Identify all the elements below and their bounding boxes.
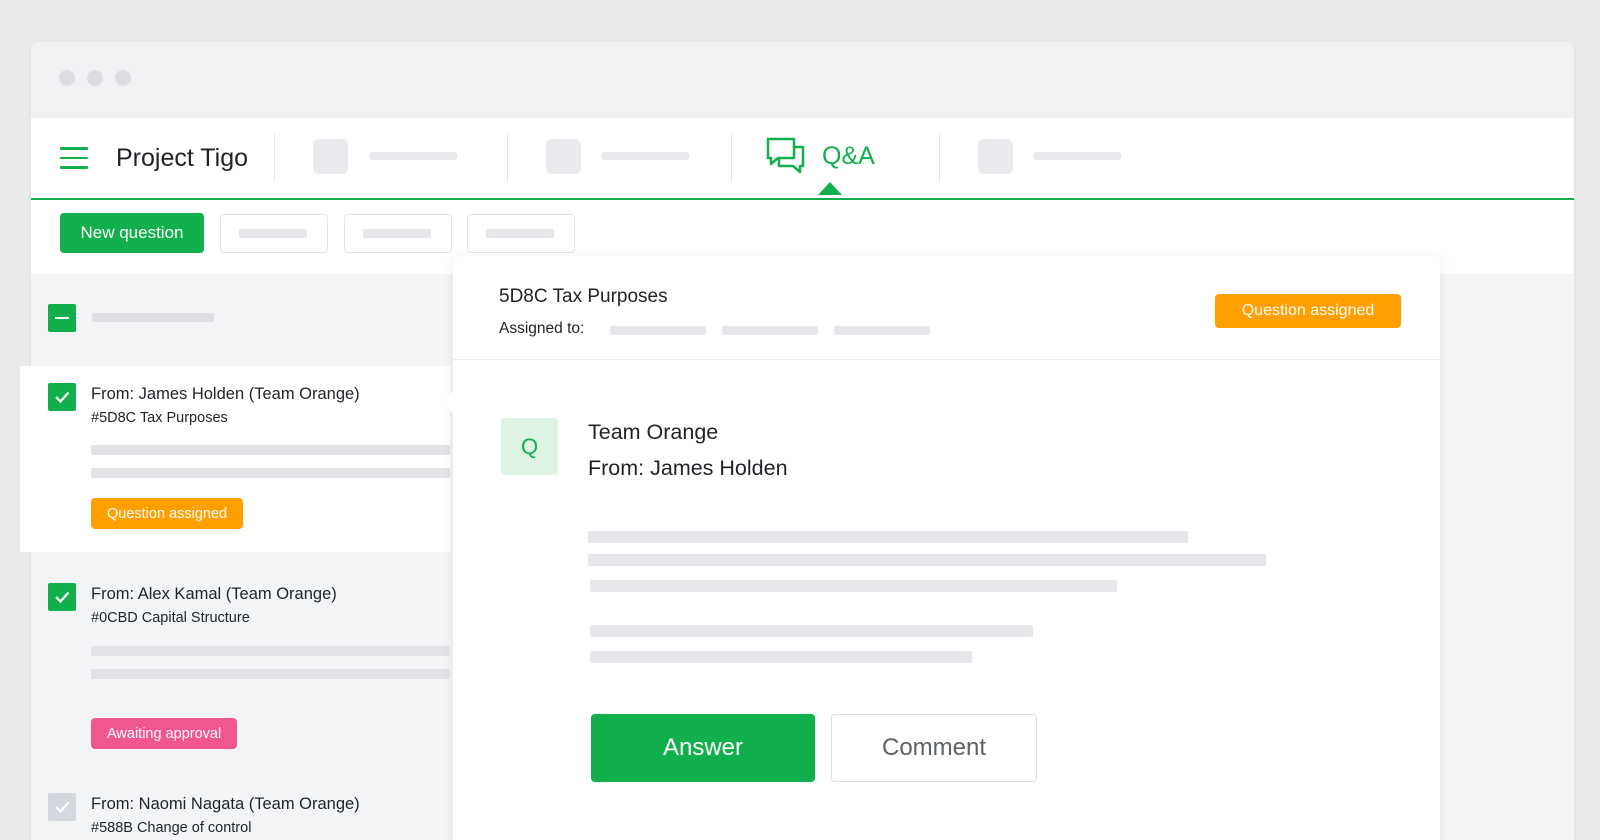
answer-button[interactable]: Answer	[591, 714, 815, 782]
hamburger-icon[interactable]	[60, 147, 88, 169]
list-item[interactable]: From: Alex Kamal (Team Orange) #0CBD Cap…	[20, 566, 450, 766]
question-author: From: James Holden	[588, 456, 788, 480]
nav-tab-icon-placeholder[interactable]	[546, 139, 581, 174]
window-minimize-dot[interactable]	[87, 70, 103, 86]
checkmark-icon	[55, 591, 70, 604]
nav-divider	[274, 134, 275, 182]
checkmark-icon	[55, 391, 70, 404]
checked-checkbox[interactable]	[48, 583, 76, 611]
checked-checkbox[interactable]	[48, 383, 76, 411]
body-text-placeholder	[590, 580, 1117, 592]
nav-tab-label-placeholder[interactable]	[601, 152, 689, 160]
chat-bubbles-icon	[766, 137, 805, 174]
checkmark-icon	[55, 801, 70, 814]
text-line-placeholder	[91, 445, 450, 455]
question-avatar: Q	[501, 418, 558, 475]
filter-button-placeholder[interactable]	[344, 214, 452, 253]
body-text-placeholder	[588, 531, 1188, 543]
assigned-to-label: Assigned to:	[499, 320, 585, 337]
window-titlebar	[31, 42, 1574, 118]
list-item[interactable]: From: Naomi Nagata (Team Orange) #588B C…	[20, 776, 450, 840]
new-question-button[interactable]: New question	[60, 213, 204, 253]
nav-tab-label-placeholder[interactable]	[1033, 152, 1121, 160]
list-item[interactable]: From: James Holden (Team Orange) #5D8C T…	[20, 366, 450, 552]
nav-tab-icon-placeholder[interactable]	[978, 139, 1013, 174]
body-text-placeholder	[588, 554, 1266, 566]
nav-tab-icon-placeholder[interactable]	[313, 139, 348, 174]
select-all-label-placeholder	[92, 313, 214, 322]
top-navbar: Project Tigo Q&A	[31, 118, 1574, 200]
status-badge: Question assigned	[1215, 294, 1401, 328]
filter-button-placeholder[interactable]	[220, 214, 328, 253]
text-line-placeholder	[91, 468, 450, 478]
project-title: Project Tigo	[116, 144, 249, 172]
team-name: Team Orange	[588, 420, 719, 444]
detail-header: 5D8C Tax Purposes Assigned to: Question …	[453, 256, 1440, 360]
tab-qa-label: Q&A	[822, 142, 875, 170]
active-tab-indicator	[818, 182, 842, 195]
nav-divider	[507, 134, 508, 182]
window-close-dot[interactable]	[59, 70, 75, 86]
question-ref: #588B Change of control	[91, 820, 252, 836]
body-text-placeholder	[590, 625, 1033, 637]
question-from: From: James Holden (Team Orange)	[91, 385, 360, 403]
nav-tab-label-placeholder[interactable]	[369, 152, 457, 160]
text-line-placeholder	[91, 669, 450, 679]
question-detail-panel: 5D8C Tax Purposes Assigned to: Question …	[441, 256, 1440, 840]
question-from: From: Alex Kamal (Team Orange)	[91, 585, 337, 603]
assignee-placeholder	[834, 326, 930, 335]
comment-button[interactable]: Comment	[831, 714, 1037, 782]
text-line-placeholder	[91, 646, 450, 656]
assignee-placeholder	[722, 326, 818, 335]
question-ref: #5D8C Tax Purposes	[91, 410, 228, 426]
status-badge: Awaiting approval	[91, 718, 238, 749]
checked-checkbox[interactable]	[48, 793, 76, 821]
status-badge: Question assigned	[91, 498, 244, 529]
detail-title: 5D8C Tax Purposes	[499, 286, 668, 307]
select-all-checkbox[interactable]	[48, 304, 76, 332]
nav-divider	[731, 134, 732, 182]
question-from: From: Naomi Nagata (Team Orange)	[91, 795, 360, 813]
assignee-placeholder	[610, 326, 706, 335]
body-text-placeholder	[590, 651, 972, 663]
window-maximize-dot[interactable]	[115, 70, 131, 86]
question-ref: #0CBD Capital Structure	[91, 610, 250, 626]
filter-button-placeholder[interactable]	[467, 214, 575, 253]
nav-divider	[939, 134, 940, 182]
